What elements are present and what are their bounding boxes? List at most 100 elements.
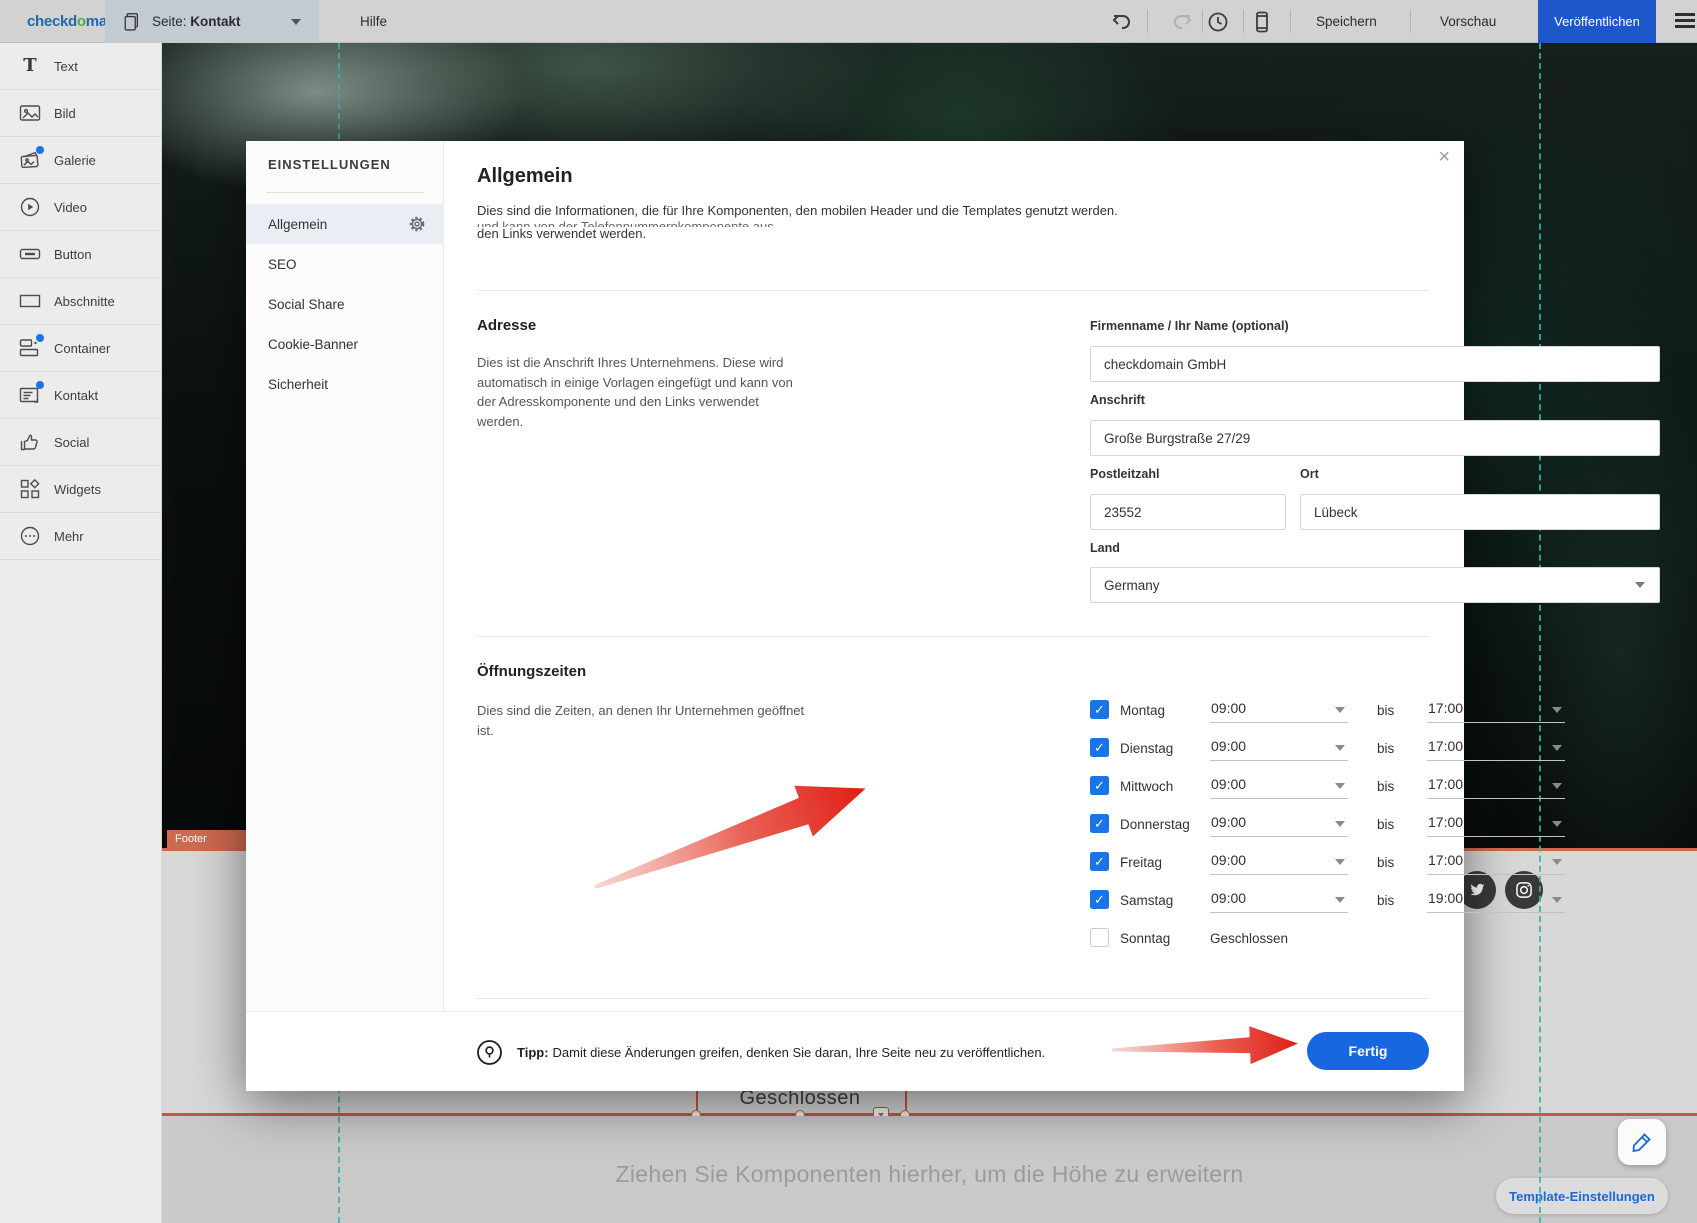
time-value: 17:00 bbox=[1428, 700, 1463, 716]
time-from-select[interactable]: 09:00 bbox=[1210, 886, 1348, 913]
sidebar-item-galerie[interactable]: Galerie bbox=[0, 137, 161, 184]
street-field[interactable] bbox=[1090, 420, 1660, 456]
toolbar-separator bbox=[1290, 10, 1291, 33]
design-tools-button[interactable] bbox=[1618, 1119, 1666, 1165]
time-from-select[interactable]: 09:00 bbox=[1210, 848, 1348, 875]
time-to-select[interactable]: 17:00 bbox=[1427, 772, 1565, 799]
day-row-freitag: ✓Freitag09:00bis17:00 bbox=[1090, 844, 1568, 882]
time-value: 09:00 bbox=[1211, 776, 1246, 792]
mobile-preview-icon[interactable] bbox=[1250, 10, 1274, 34]
company-name-field[interactable] bbox=[1090, 346, 1660, 382]
chevron-down-icon bbox=[1335, 821, 1345, 827]
thumbs-up-icon bbox=[19, 431, 41, 453]
zip-label: Postleitzahl bbox=[1090, 467, 1159, 481]
divider bbox=[266, 192, 424, 193]
toolbar-separator bbox=[1202, 10, 1203, 33]
day-row-montag: ✓Montag09:00bis17:00 bbox=[1090, 692, 1568, 730]
sidebar-item-label: Button bbox=[54, 247, 92, 262]
modal-footer: Tipp: Damit diese Änderungen greifen, den… bbox=[246, 1011, 1464, 1091]
country-select[interactable]: Germany bbox=[1090, 567, 1660, 603]
history-icon[interactable] bbox=[1206, 10, 1230, 34]
page-selector-dropdown[interactable]: Seite: Kontakt bbox=[105, 0, 319, 43]
checkbox-checked[interactable]: ✓ bbox=[1090, 738, 1109, 757]
time-value: 17:00 bbox=[1428, 814, 1463, 830]
time-to-select[interactable]: 17:00 bbox=[1427, 848, 1565, 875]
checkbox-unchecked[interactable] bbox=[1090, 928, 1109, 947]
zip-field[interactable] bbox=[1090, 494, 1286, 530]
sidebar-item-mehr[interactable]: Mehr bbox=[0, 513, 161, 560]
modal-description-line1: Dies sind die Informationen, die für Ihr… bbox=[477, 203, 1118, 218]
tip-label: Tipp: bbox=[517, 1045, 549, 1060]
redo-icon bbox=[1170, 10, 1194, 34]
sidebar-item-kontakt[interactable]: Kontakt bbox=[0, 372, 161, 419]
day-row-mittwoch: ✓Mittwoch09:00bis17:00 bbox=[1090, 768, 1568, 806]
close-icon[interactable]: × bbox=[1438, 147, 1450, 167]
time-value: 19:00 bbox=[1428, 890, 1463, 906]
nav-item-cookie-banner[interactable]: Cookie-Banner bbox=[246, 324, 444, 364]
nav-item-allgemein[interactable]: Allgemein bbox=[246, 204, 444, 244]
sidebar-item-button[interactable]: Button bbox=[0, 231, 161, 278]
nav-item-label: SEO bbox=[268, 257, 297, 272]
undo-icon[interactable] bbox=[1110, 10, 1134, 34]
text-icon: T bbox=[19, 55, 41, 77]
template-settings-button[interactable]: Template-Einstellungen bbox=[1496, 1178, 1668, 1214]
help-button[interactable]: Hilfe bbox=[360, 14, 387, 29]
time-from-select[interactable]: 09:00 bbox=[1210, 772, 1348, 799]
bis-label: bis bbox=[1377, 817, 1394, 832]
more-icon bbox=[19, 525, 41, 547]
sidebar-item-label: Social bbox=[54, 435, 89, 450]
page-name: Kontakt bbox=[190, 14, 240, 29]
time-from-select[interactable]: 09:00 bbox=[1210, 734, 1348, 761]
tip-message: Damit diese Änderungen greifen, denken S… bbox=[553, 1045, 1046, 1060]
checkbox-checked[interactable]: ✓ bbox=[1090, 890, 1109, 909]
done-button[interactable]: Fertig bbox=[1307, 1032, 1429, 1070]
gear-icon bbox=[408, 215, 426, 233]
time-from-select[interactable]: 09:00 bbox=[1210, 810, 1348, 837]
sidebar-item-bild[interactable]: Bild bbox=[0, 90, 161, 137]
new-badge-dot bbox=[36, 146, 44, 154]
time-value: 17:00 bbox=[1428, 852, 1463, 868]
city-field[interactable] bbox=[1300, 494, 1660, 530]
menu-icon[interactable] bbox=[1675, 13, 1695, 29]
sidebar-item-label: Abschnitte bbox=[54, 294, 115, 309]
sidebar-item-social[interactable]: Social bbox=[0, 419, 161, 466]
time-value: 09:00 bbox=[1211, 700, 1246, 716]
divider bbox=[477, 636, 1429, 637]
gallery-icon bbox=[19, 149, 41, 171]
nav-item-label: Cookie-Banner bbox=[268, 337, 358, 352]
time-to-select[interactable]: 19:00 bbox=[1427, 886, 1565, 913]
time-to-select[interactable]: 17:00 bbox=[1427, 696, 1565, 723]
chevron-down-icon bbox=[291, 19, 301, 25]
chevron-down-icon bbox=[1335, 897, 1345, 903]
nav-item-sicherheit[interactable]: Sicherheit bbox=[246, 364, 444, 404]
sidebar-item-abschnitte[interactable]: Abschnitte bbox=[0, 278, 161, 325]
sidebar-item-widgets[interactable]: Widgets bbox=[0, 466, 161, 513]
checkbox-checked[interactable]: ✓ bbox=[1090, 852, 1109, 871]
sidebar-item-video[interactable]: Video bbox=[0, 184, 161, 231]
time-from-select[interactable]: 09:00 bbox=[1210, 696, 1348, 723]
page-selector-label: Seite: Kontakt bbox=[152, 14, 241, 29]
checkbox-checked[interactable]: ✓ bbox=[1090, 776, 1109, 795]
sidebar-item-text[interactable]: T Text bbox=[0, 43, 161, 90]
preview-button[interactable]: Vorschau bbox=[1440, 14, 1496, 29]
image-icon bbox=[19, 102, 41, 124]
sidebar-item-container[interactable]: Container bbox=[0, 325, 161, 372]
day-row-samstag: ✓Samstag09:00bis19:00 bbox=[1090, 882, 1568, 920]
components-sidebar: T Text Bild Galerie Video bbox=[0, 43, 162, 1223]
settings-content: Allgemein Dies sind die Informationen, d… bbox=[477, 141, 1429, 1011]
publish-button[interactable]: Veröffentlichen bbox=[1538, 0, 1656, 43]
day-row-donnerstag: ✓Donnerstag09:00bis17:00 bbox=[1090, 806, 1568, 844]
settings-nav: EINSTELLUNGEN Allgemein SEO Social Share… bbox=[246, 141, 444, 1091]
save-button[interactable]: Speichern bbox=[1316, 14, 1377, 29]
nav-item-seo[interactable]: SEO bbox=[246, 244, 444, 284]
closed-label: Geschlossen bbox=[1210, 931, 1288, 946]
page-prefix: Seite: bbox=[152, 14, 187, 29]
checkbox-checked[interactable]: ✓ bbox=[1090, 814, 1109, 833]
checkbox-checked[interactable]: ✓ bbox=[1090, 700, 1109, 719]
time-to-select[interactable]: 17:00 bbox=[1427, 734, 1565, 761]
day-label: Dienstag bbox=[1120, 741, 1173, 756]
time-to-select[interactable]: 17:00 bbox=[1427, 810, 1565, 837]
nav-item-social-share[interactable]: Social Share bbox=[246, 284, 444, 324]
footer-component-tag: Footer bbox=[167, 830, 247, 848]
day-label: Mittwoch bbox=[1120, 779, 1173, 794]
